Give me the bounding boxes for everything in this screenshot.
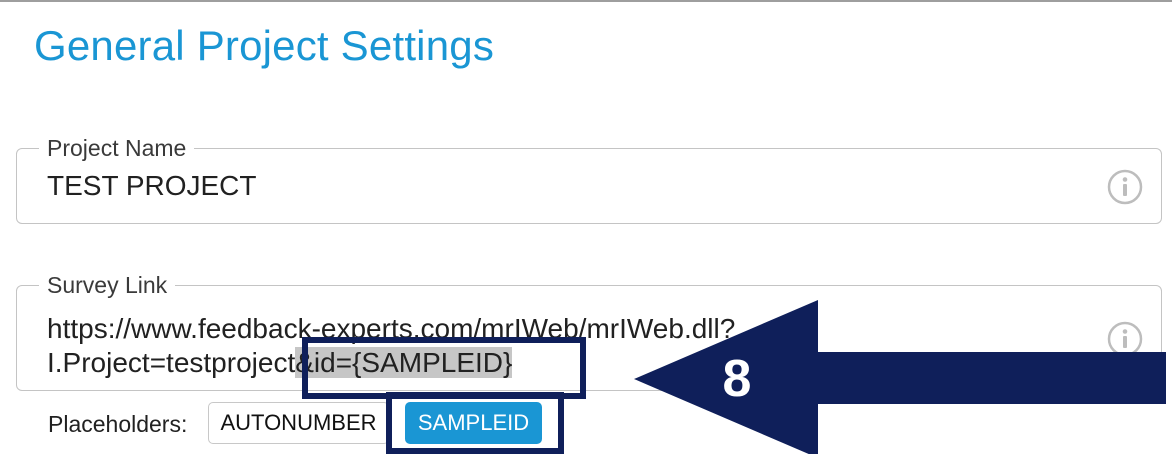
survey-link-field[interactable]: Survey Link https://www.feedback-experts… (16, 271, 1162, 391)
top-divider (0, 0, 1172, 2)
project-name-label: Project Name (39, 134, 195, 162)
survey-link-line2-prefix: I.Project=testproject (47, 347, 296, 378)
placeholders-label: Placeholders: (48, 411, 188, 437)
info-icon[interactable] (1107, 169, 1143, 205)
autonumber-placeholder-button[interactable]: AUTONUMBER (208, 402, 389, 444)
page-title: General Project Settings (34, 22, 495, 69)
info-icon[interactable] (1107, 321, 1143, 357)
survey-link-selected-text: &id={SAMPLEID} (295, 347, 513, 378)
project-name-value[interactable]: TEST PROJECT (47, 170, 257, 202)
project-name-field[interactable]: Project Name TEST PROJECT (16, 134, 1162, 224)
sampleid-placeholder-button[interactable]: SAMPLEID (405, 402, 542, 444)
survey-link-value[interactable]: https://www.feedback-experts.com/mrIWeb/… (47, 312, 735, 380)
survey-link-label: Survey Link (39, 271, 176, 299)
survey-link-line1: https://www.feedback-experts.com/mrIWeb/… (47, 313, 736, 344)
